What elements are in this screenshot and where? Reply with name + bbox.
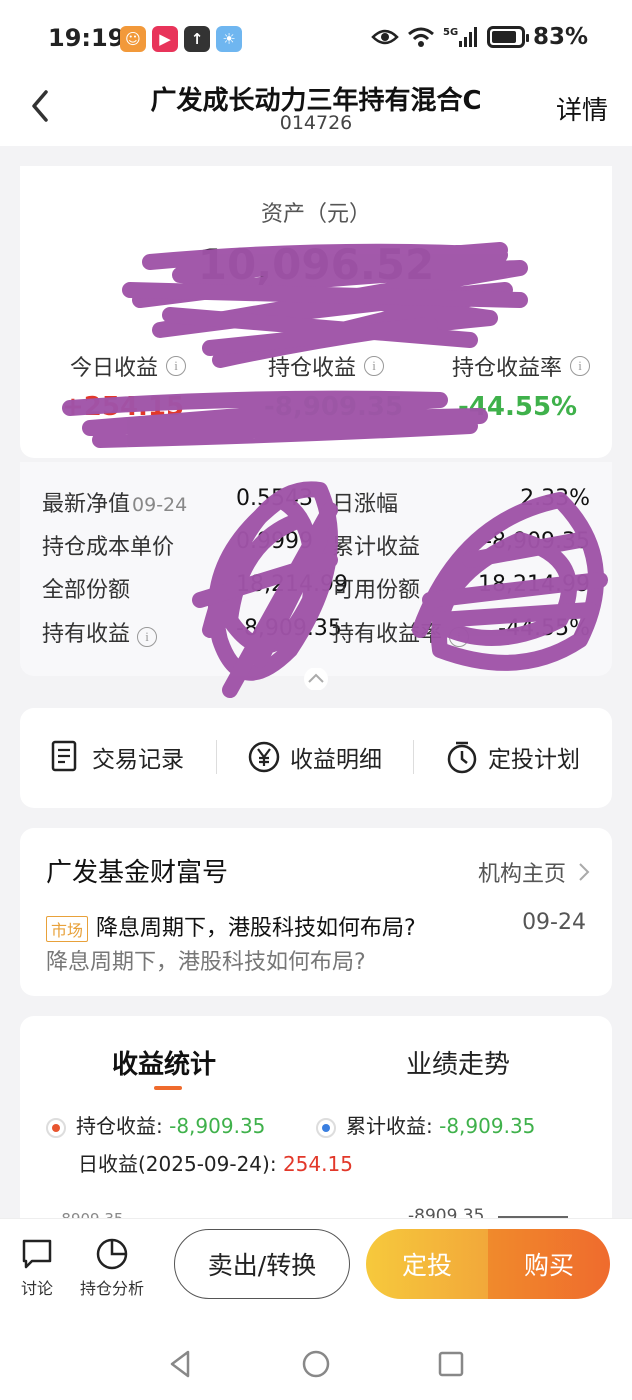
- latest-nav-label: 最新净值 09-24: [42, 492, 188, 517]
- info-icon[interactable]: i: [166, 356, 187, 376]
- yen-icon: [248, 741, 280, 773]
- holding-analysis-button[interactable]: 持仓分析: [80, 1237, 144, 1299]
- hold-income-legend: 持仓收益: -8,909.35: [46, 1110, 265, 1139]
- divider: [216, 740, 217, 774]
- divider: [413, 740, 414, 774]
- battery-icon: [486, 26, 529, 48]
- signal-icon: 5G: [443, 27, 477, 47]
- change-value: 2.33%: [520, 486, 590, 511]
- latest-nav-date: 09-24: [132, 494, 188, 516]
- app-notification-icon: ☺: [120, 26, 146, 52]
- tab-performance[interactable]: 业绩走势: [406, 1044, 510, 1081]
- hold-rate-value: -44.55%: [458, 392, 578, 422]
- cum-income-value: -8,909.35: [484, 529, 590, 554]
- hold-income-label: 持仓收益 i: [268, 350, 385, 382]
- hold-income-row-label: 持有收益 i: [42, 616, 158, 648]
- cum-income-label: 累计收益: [332, 535, 421, 560]
- market-tag: 市场: [46, 916, 89, 942]
- weather-icon: ☀: [216, 26, 242, 52]
- income-detail-button[interactable]: 收益明细: [248, 740, 382, 774]
- news-headline[interactable]: 市场 降息周期下，港股科技如何布局?: [46, 910, 416, 942]
- svg-text:5G: 5G: [443, 27, 458, 38]
- sip-plan-button[interactable]: 定投计划: [446, 740, 580, 774]
- buy-button[interactable]: 购买: [488, 1229, 610, 1299]
- chevron-right-icon: [579, 863, 590, 881]
- pie-chart-icon: [96, 1238, 128, 1270]
- video-app-icon: ▶: [152, 26, 178, 52]
- page-header: 广发成长动力三年持有混合C 014726 详情: [0, 80, 632, 146]
- today-income-label: 今日收益 i: [70, 350, 187, 382]
- upload-icon: ↑: [184, 26, 210, 52]
- timer-icon: [447, 741, 477, 774]
- cost-label: 持仓成本单价: [42, 535, 175, 560]
- shares-label: 全部份额: [42, 578, 131, 603]
- tab-income-stats[interactable]: 收益统计: [112, 1044, 216, 1081]
- change-label: 日涨幅: [332, 492, 399, 517]
- wifi-icon: [407, 27, 434, 47]
- status-bar: 19:19 ☺ ▶ ↑ ☀ 5G 83%: [0, 0, 632, 80]
- info-icon[interactable]: i: [570, 356, 591, 376]
- detail-link[interactable]: 详情: [556, 90, 608, 127]
- latest-nav-value: 0.5543: [236, 486, 313, 511]
- sell-convert-button[interactable]: 卖出/转换: [174, 1229, 350, 1299]
- cum-income-legend: 累计收益: -8,909.35: [316, 1110, 535, 1139]
- buy-group: 定投 购买: [366, 1229, 610, 1299]
- collapse-chevron-icon[interactable]: [302, 668, 330, 690]
- receipt-icon: [51, 740, 77, 772]
- bottom-bar: 讨论 持仓分析 卖出/转换 定投 购买: [0, 1218, 632, 1400]
- info-icon[interactable]: i: [449, 627, 470, 647]
- cost-value: 0.9999: [236, 529, 313, 554]
- hold-rate-row-value: -44.55%: [498, 616, 590, 641]
- available-label: 可用份额: [332, 578, 421, 603]
- notification-icons: ☺ ▶ ↑ ☀: [120, 26, 242, 52]
- asset-label: 资产（元）: [260, 202, 371, 227]
- sip-button[interactable]: 定投: [366, 1229, 488, 1299]
- legend-dot-icon: [46, 1117, 66, 1138]
- eye-icon: [371, 29, 399, 45]
- hold-rate-label: 持仓收益率 i: [452, 350, 591, 382]
- available-value: 18,214.99: [478, 572, 590, 597]
- asset-value: 10,096.52: [197, 240, 435, 289]
- status-right: 5G 83%: [371, 24, 588, 50]
- chat-bubble-icon: [22, 1239, 52, 1269]
- nav-back-icon[interactable]: [166, 1349, 196, 1379]
- hold-rate-row-label: 持有收益率 i: [332, 616, 470, 648]
- nav-recents-icon[interactable]: [436, 1349, 466, 1379]
- nav-home-icon[interactable]: [301, 1349, 331, 1379]
- info-icon[interactable]: i: [137, 627, 158, 647]
- info-icon[interactable]: i: [364, 356, 385, 376]
- discuss-button[interactable]: 讨论: [20, 1237, 54, 1299]
- hold-income-value: -8,909.35: [264, 392, 404, 422]
- news-summary: 降息周期下，港股科技如何布局?: [46, 950, 366, 975]
- today-income-value: +254.15: [62, 392, 185, 422]
- hold-income-row-value: -8,909.35: [236, 616, 342, 641]
- status-time: 19:19: [48, 24, 125, 52]
- legend-dot-icon: [316, 1117, 336, 1138]
- news-date: 09-24: [522, 910, 586, 935]
- trade-records-button[interactable]: 交易记录: [50, 740, 184, 774]
- battery-percent: 83%: [532, 24, 588, 50]
- active-tab-indicator: [154, 1086, 182, 1090]
- daily-income: 日收益(2025-09-24): 254.15: [78, 1152, 353, 1176]
- news-source: 广发基金财富号: [46, 858, 229, 888]
- institution-home-link[interactable]: 机构主页: [478, 856, 590, 888]
- fund-code: 014726: [279, 112, 353, 134]
